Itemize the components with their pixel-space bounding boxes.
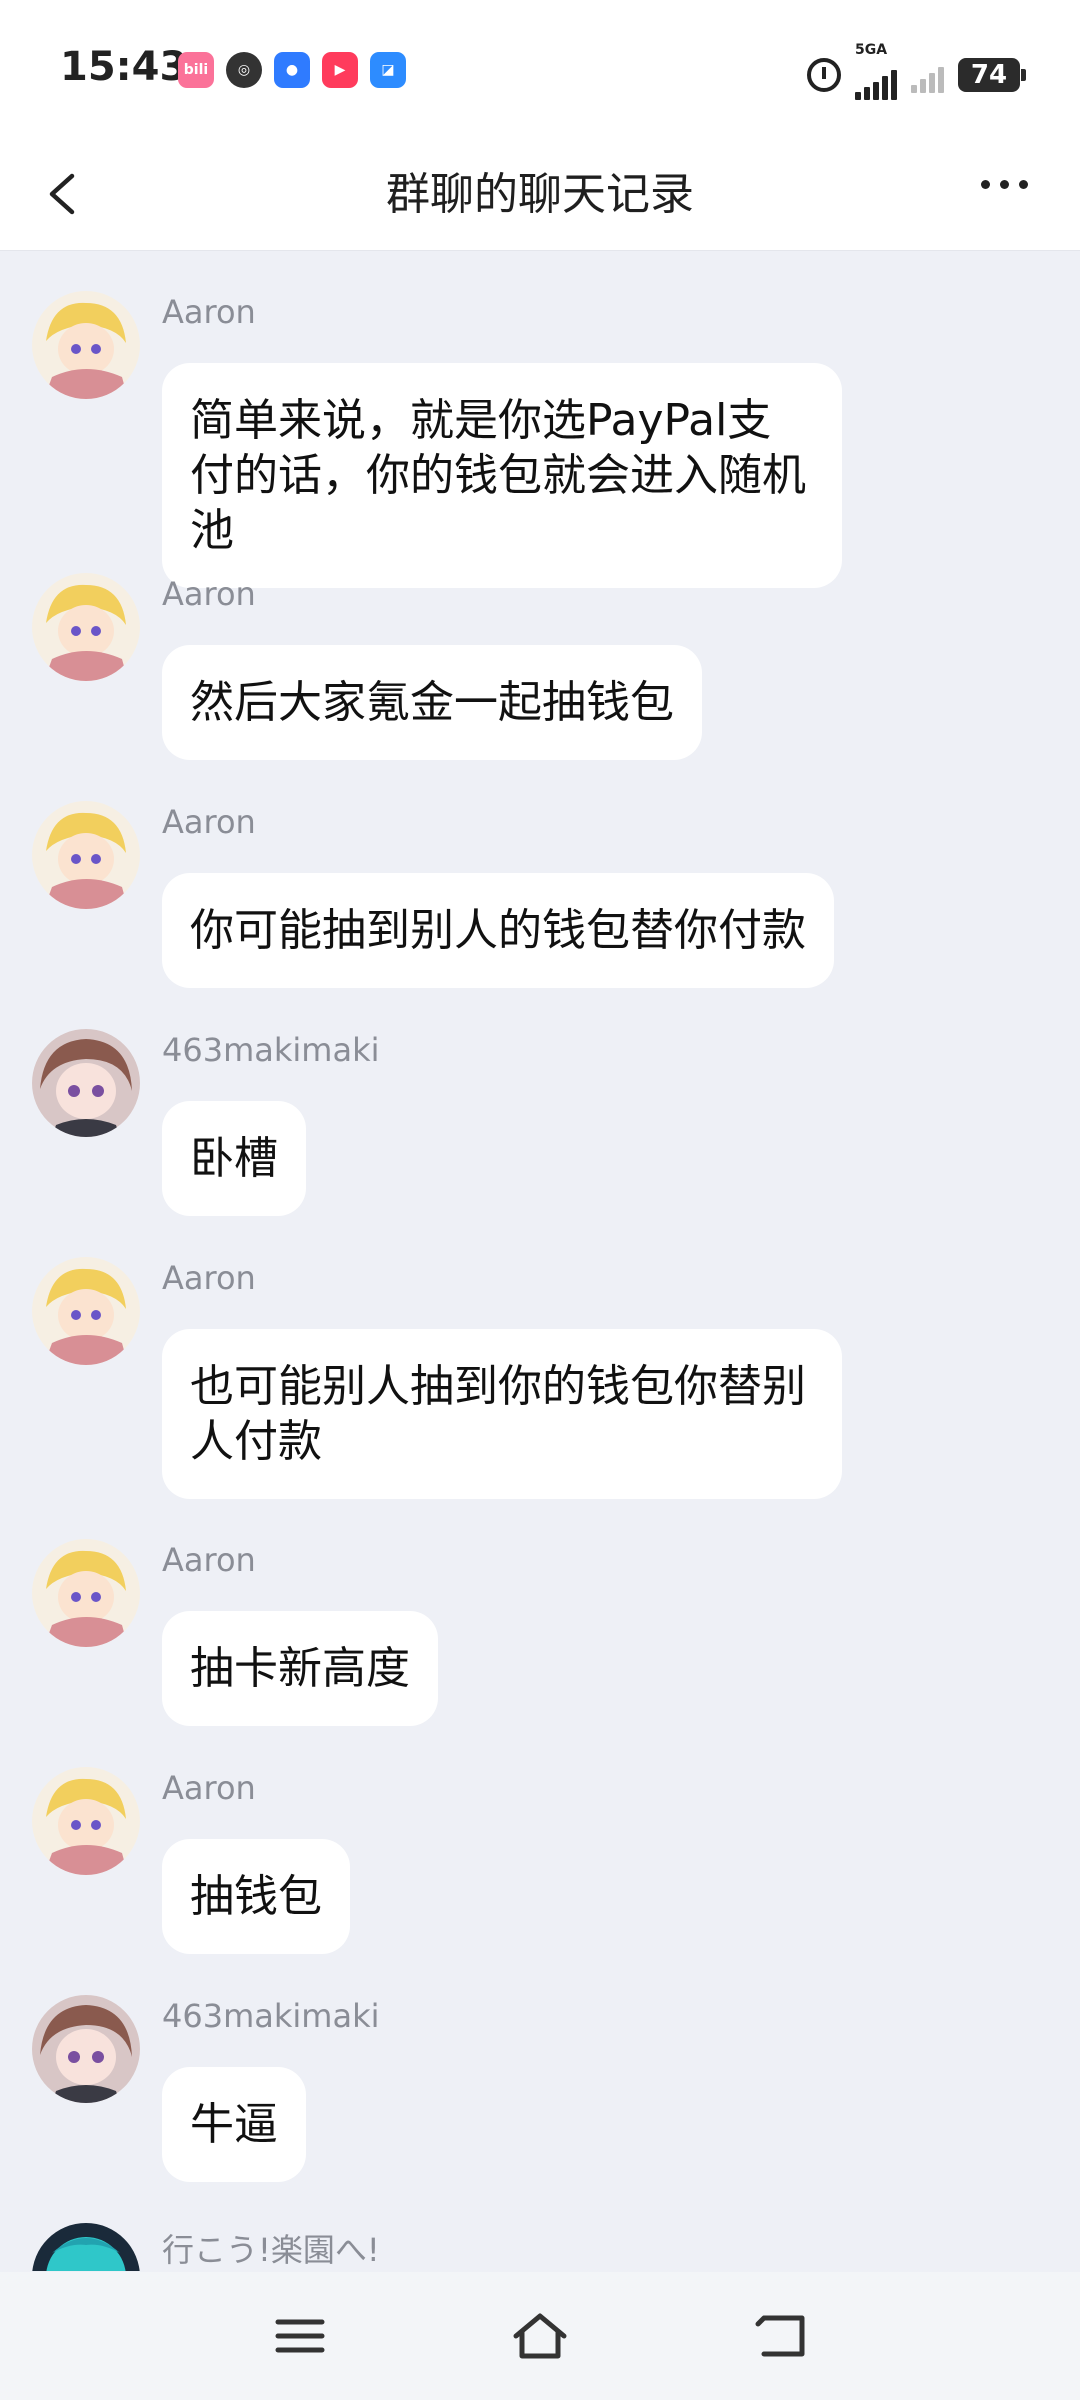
sender-name: Aaron xyxy=(162,293,256,331)
signal-5g-icon: 5GA xyxy=(855,42,897,100)
sender-name: Aaron xyxy=(162,1769,256,1807)
message-bubble[interactable]: 也可能别人抽到你的钱包你替别人付款 xyxy=(162,1329,842,1499)
page-title: 群聊的聊天记录 xyxy=(386,169,694,220)
sender-name: Aaron xyxy=(162,803,256,841)
home-icon[interactable] xyxy=(510,2310,570,2362)
avatar[interactable] xyxy=(32,1767,140,1875)
avatar[interactable] xyxy=(32,1539,140,1647)
battery-indicator: 74 xyxy=(958,58,1026,92)
signal-secondary-icon xyxy=(911,57,944,93)
avatar[interactable] xyxy=(32,291,140,399)
message-bubble[interactable]: 然后大家氪金一起抽钱包 xyxy=(162,645,702,760)
message-bubble[interactable]: 简单来说，就是你选PayPal支付的话，你的钱包就会进入随机池 xyxy=(162,363,842,588)
aaron-avatar-image xyxy=(32,1767,140,1875)
chat-history-header: 群聊的聊天记录 xyxy=(0,140,1080,251)
avatar[interactable] xyxy=(32,1029,140,1137)
video-app-icon: ▶ xyxy=(322,52,358,88)
avatar[interactable] xyxy=(32,2223,140,2271)
browser-app-icon: ◪ xyxy=(370,52,406,88)
bilibili-icon: bili xyxy=(178,52,214,88)
status-indicators: 5GA 74 xyxy=(807,42,1026,100)
makimaki-avatar-image xyxy=(32,1029,140,1137)
sender-name: 行こう!楽園へ! xyxy=(162,2231,380,2269)
message-list[interactable]: Aaron 简单来说，就是你选PayPal支付的话，你的钱包就会进入随机池 Aa… xyxy=(0,251,1080,2271)
sender-name: Aaron xyxy=(162,575,256,613)
sender-name: 463makimaki xyxy=(162,1031,380,1069)
teal-avatar-image xyxy=(32,2223,140,2271)
mobile-network-icon: ◎ xyxy=(226,52,262,88)
avatar[interactable] xyxy=(32,801,140,909)
message-bubble[interactable]: 抽卡新高度 xyxy=(162,1611,438,1726)
message-bubble[interactable]: 卧槽 xyxy=(162,1101,306,1216)
message-bubble[interactable]: 牛逼 xyxy=(162,2067,306,2182)
assistant-app-icon: ● xyxy=(274,52,310,88)
back-icon[interactable] xyxy=(752,2310,812,2362)
sender-name: 463makimaki xyxy=(162,1997,380,2035)
menu-icon[interactable] xyxy=(270,2310,330,2362)
sender-name: Aaron xyxy=(162,1259,256,1297)
message-bubble[interactable]: 你可能抽到别人的钱包替你付款 xyxy=(162,873,834,988)
system-navigation-bar xyxy=(0,2272,1080,2400)
aaron-avatar-image xyxy=(32,801,140,909)
sender-name: Aaron xyxy=(162,1541,256,1579)
aaron-avatar-image xyxy=(32,291,140,399)
network-label: 5GA xyxy=(855,42,888,58)
avatar[interactable] xyxy=(32,1995,140,2103)
aaron-avatar-image xyxy=(32,573,140,681)
avatar[interactable] xyxy=(32,573,140,681)
status-bar: 15:43 bili ◎ ● ▶ ◪ 5GA 74 xyxy=(0,0,1080,140)
notification-icons: bili ◎ ● ▶ ◪ xyxy=(178,52,406,88)
makimaki-avatar-image xyxy=(32,1995,140,2103)
aaron-avatar-image xyxy=(32,1539,140,1647)
message-bubble[interactable]: 抽钱包 xyxy=(162,1839,350,1954)
aaron-avatar-image xyxy=(32,1257,140,1365)
status-time: 15:43 xyxy=(60,44,188,90)
avatar[interactable] xyxy=(32,1257,140,1365)
more-options-icon[interactable] xyxy=(981,180,1028,189)
alarm-icon xyxy=(807,58,841,92)
